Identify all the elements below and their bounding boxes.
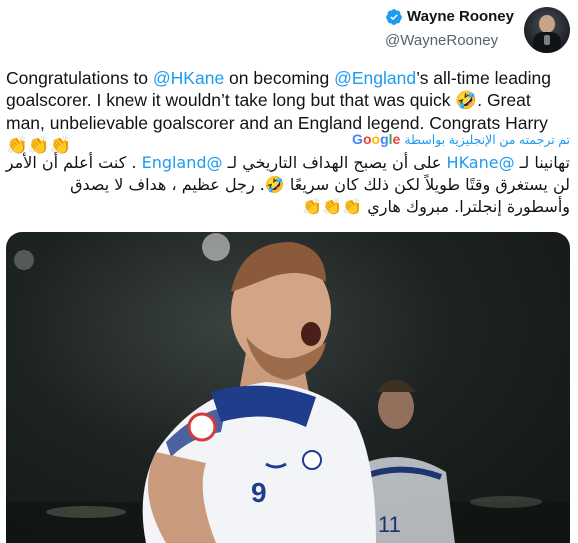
mention-link-england[interactable]: @England	[334, 68, 416, 88]
mention-link-hkane[interactable]: @HKane	[153, 68, 224, 88]
author-handle[interactable]: @WayneRooney	[385, 32, 514, 49]
author-name-row: Wayne Rooney	[385, 8, 514, 26]
google-logo: Google	[352, 131, 401, 147]
mention-link-england-ar[interactable]: @England	[142, 153, 223, 172]
author-display-name[interactable]: Wayne Rooney	[407, 8, 514, 25]
verified-badge-icon	[386, 8, 402, 25]
tweet-text-part: Congratulations to	[6, 68, 153, 88]
tweet-text-part: on becoming	[224, 68, 335, 88]
tweet-photo[interactable]: 11 9	[6, 232, 570, 543]
shirt-number-main: 9	[251, 477, 267, 508]
author-avatar[interactable]	[524, 7, 570, 53]
laughing-emoji: 🤣	[264, 175, 285, 194]
translation-attribution[interactable]: Google تم ترجمته من الإنجليزية بواسطة	[352, 131, 570, 147]
clapping-emoji: 👏👏👏	[302, 197, 363, 216]
mention-link-hkane-ar[interactable]: @HKane	[447, 153, 515, 172]
tweet-author[interactable]: Wayne Rooney @WayneRooney	[385, 6, 570, 54]
avatar-head	[539, 15, 555, 33]
main-player: 9	[142, 242, 376, 543]
shirt-number-back: 11	[378, 512, 401, 537]
translation-label: تم ترجمته من الإنجليزية بواسطة	[404, 132, 570, 147]
laughing-emoji: 🤣	[455, 91, 478, 111]
avatar-microphone	[544, 35, 550, 45]
tweet: Wayne Rooney @WayneRooney Congratulation…	[0, 0, 578, 543]
tweet-text-arabic: تهانينا لـ @HKane على أن يصبح الهداف الت…	[4, 152, 570, 218]
tweet-text-part: على أن يصبح الهداف التاريخي لـ	[222, 153, 447, 172]
author-names: Wayne Rooney @WayneRooney	[385, 8, 514, 49]
tweet-photo-illustration: 11 9	[6, 233, 570, 543]
tweet-text-part: تهانينا لـ	[514, 153, 570, 172]
